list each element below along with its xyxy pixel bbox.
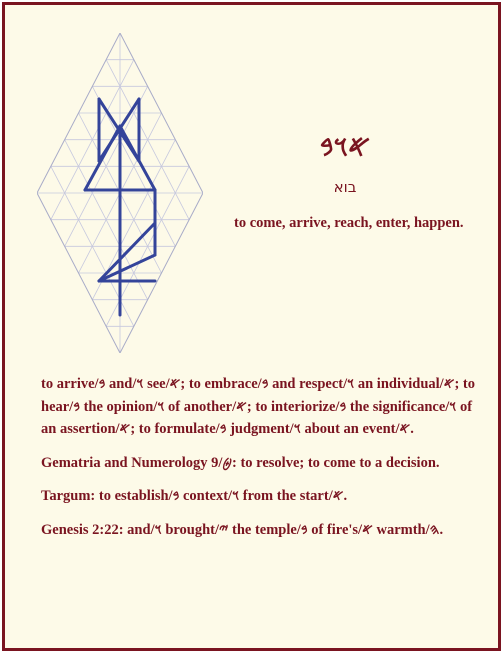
word-meaning: to come, arrive, reach, enter, happen. [234, 215, 464, 231]
genesis-reference: Genesis 2:22: and/𐤅 brought/𐤉 the temple… [41, 521, 444, 538]
letter-card: 𐤀𐤅𐤁 בוא to come, arrive, reach, enter, h… [2, 2, 501, 651]
letter-interpretation: to arrive/𐤁 and/𐤅 see/𐤀; to embrace/𐤁 an… [41, 376, 476, 437]
targum-note: Targum: to establish/𐤁 context/𐤅 from th… [41, 488, 348, 504]
letter-grid-diagram [37, 33, 203, 353]
hebrew-word: בוא [333, 178, 357, 196]
description-text: to arrive/𐤁 and/𐤅 see/𐤀; to embrace/𐤁 an… [41, 373, 485, 552]
gematria-note: Gematria and Numerology 9/𐤈: to resolve;… [41, 454, 440, 471]
paleo-hebrew-word: 𐤀𐤅𐤁 [319, 129, 371, 164]
